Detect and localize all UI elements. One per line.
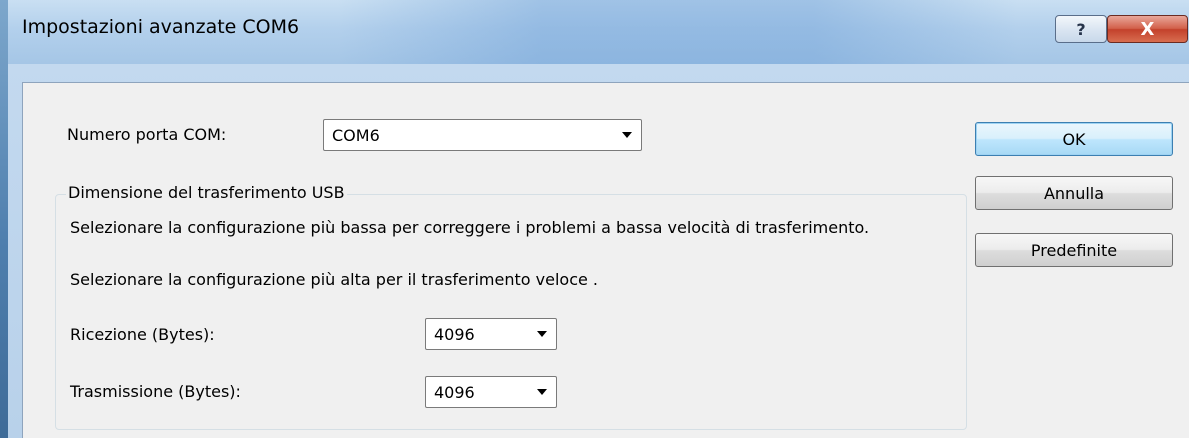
com-port-label: Numero porta COM: [67, 125, 227, 144]
receive-label: Ricezione (Bytes): [70, 325, 215, 344]
chevron-down-icon [537, 389, 547, 395]
window-title: Impostazioni avanzate COM6 [22, 16, 300, 38]
close-icon: X [1140, 18, 1155, 40]
transmit-size-select[interactable]: 4096 [425, 376, 557, 408]
receive-size-value: 4096 [434, 325, 475, 344]
defaults-button[interactable]: Predefinite [975, 233, 1173, 267]
usb-transfer-group-label: Dimensione del trasferimento USB [66, 183, 347, 202]
window-edge [0, 0, 8, 438]
receive-size-select[interactable]: 4096 [425, 318, 557, 350]
com-port-select[interactable]: COM6 [323, 119, 642, 151]
hint-high-text: Selezionare la configurazione più alta p… [70, 270, 598, 289]
transmit-label: Trasmissione (Bytes): [70, 382, 241, 401]
hint-low-text: Selezionare la configurazione più bassa … [70, 218, 870, 237]
ok-button[interactable]: OK [975, 122, 1173, 156]
chevron-down-icon [537, 331, 547, 337]
com-port-value: COM6 [332, 126, 380, 145]
help-button[interactable]: ? [1055, 15, 1107, 43]
title-bar-glass [338, 0, 1018, 64]
close-button[interactable]: X [1107, 15, 1188, 43]
help-icon: ? [1076, 19, 1086, 39]
title-bar[interactable]: Impostazioni avanzate COM6 ? X [8, 0, 1189, 64]
cancel-button[interactable]: Annulla [975, 176, 1173, 210]
transmit-size-value: 4096 [434, 383, 475, 402]
dialog-window: Impostazioni avanzate COM6 ? X Numero po… [0, 0, 1189, 438]
chevron-down-icon [622, 132, 632, 138]
